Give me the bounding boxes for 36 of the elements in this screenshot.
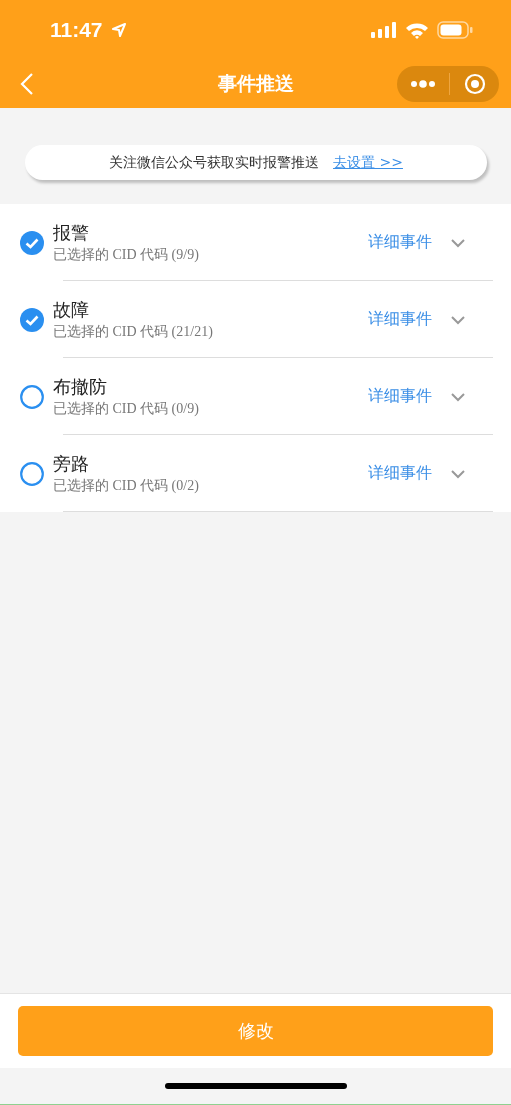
event-row[interactable]: 故障 已选择的 CID 代码 (21/21) 详细事件 [0, 281, 511, 358]
checkbox[interactable] [20, 230, 44, 255]
checkbox[interactable] [20, 384, 44, 409]
close-icon[interactable] [464, 73, 487, 95]
battery-icon [437, 21, 473, 39]
checkbox[interactable] [20, 307, 44, 332]
page-title: 事件推送 [217, 71, 294, 96]
settings-link[interactable]: 去设置 >> [333, 153, 403, 172]
chevron-icon[interactable] [450, 237, 466, 248]
event-title: 布撤防 [53, 374, 108, 399]
chevron-icon[interactable] [450, 314, 466, 325]
checkbox[interactable] [20, 461, 44, 486]
status-time: 11:47 [50, 18, 103, 42]
event-row[interactable]: 报警 已选择的 CID 代码 (9/9) 详细事件 [0, 204, 511, 281]
back-icon[interactable] [20, 72, 34, 96]
more-icon[interactable] [409, 80, 436, 88]
notice-text: 关注微信公众号获取实时报警推送 [109, 153, 320, 172]
signal-icon [371, 22, 397, 38]
wifi-icon [405, 21, 429, 39]
modify-button[interactable]: 修改 [18, 1006, 493, 1056]
event-title: 旁路 [53, 451, 90, 476]
chevron-icon[interactable] [450, 391, 466, 402]
detail-link[interactable]: 详细事件 [368, 232, 432, 253]
detail-link[interactable]: 详细事件 [368, 386, 432, 407]
event-title: 故障 [53, 297, 90, 322]
event-subtitle: 已选择的 CID 代码 (9/9) [53, 245, 200, 264]
event-subtitle: 已选择的 CID 代码 (0/9) [53, 399, 200, 418]
detail-link[interactable]: 详细事件 [368, 463, 432, 484]
location-arrow-icon [110, 22, 127, 38]
event-subtitle: 已选择的 CID 代码 (21/21) [53, 322, 214, 341]
event-row[interactable]: 布撤防 已选择的 CID 代码 (0/9) 详细事件 [0, 358, 511, 435]
chevron-icon[interactable] [450, 468, 466, 479]
event-subtitle: 已选择的 CID 代码 (0/2) [53, 476, 200, 495]
event-row[interactable]: 旁路 已选择的 CID 代码 (0/2) 详细事件 [0, 435, 511, 512]
detail-link[interactable]: 详细事件 [368, 309, 432, 330]
event-title: 报警 [53, 220, 90, 245]
